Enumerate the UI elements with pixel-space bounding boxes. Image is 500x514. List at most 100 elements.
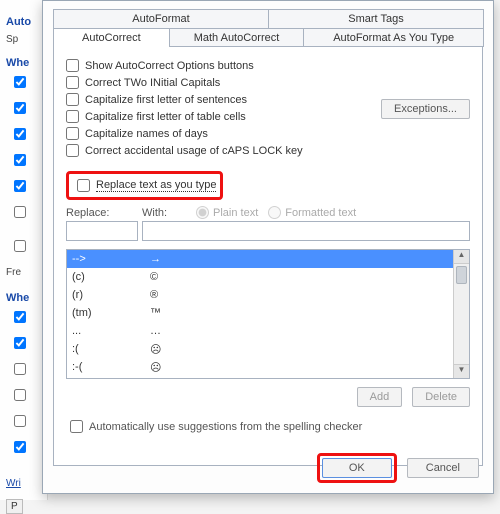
add-button[interactable]: Add — [357, 387, 403, 407]
table-row[interactable]: (c) © — [67, 268, 469, 286]
ok-button[interactable]: OK — [322, 458, 392, 478]
replace-with-inputs — [66, 221, 470, 241]
bg-check-row — [0, 199, 47, 225]
cell-from: (c) — [67, 271, 145, 283]
bg-check[interactable] — [14, 441, 26, 453]
highlight-ok: OK — [317, 453, 397, 483]
radio-plain-text[interactable] — [196, 206, 209, 219]
tab-panel-autocorrect: Show AutoCorrect Options buttons Correct… — [53, 46, 483, 466]
cell-from: :-( — [67, 361, 145, 373]
opt-capslock: Correct accidental usage of cAPS LOCK ke… — [66, 142, 470, 159]
lbl-sentences: Capitalize first letter of sentences — [85, 94, 247, 106]
replace-section: Replace text as you type Replace: With: … — [66, 171, 470, 436]
chk-two-caps[interactable] — [66, 76, 79, 89]
bg-check[interactable] — [14, 240, 26, 252]
replace-with-labels: Replace: With: Plain text Formatted text — [66, 206, 470, 219]
bg-text-fre: Fre — [0, 267, 47, 278]
chk-show-buttons[interactable] — [66, 59, 79, 72]
cell-from: ... — [67, 325, 145, 337]
cell-to: ® — [145, 289, 469, 301]
bg-button-p[interactable]: P — [6, 499, 23, 514]
bg-check-row — [0, 434, 47, 460]
bg-check-row — [0, 382, 47, 408]
delete-button[interactable]: Delete — [412, 387, 470, 407]
bg-heading-whe1: Whe — [0, 57, 47, 69]
opt-auto-suggestions: Automatically use suggestions from the s… — [66, 417, 470, 436]
cell-to: ☹ — [145, 343, 469, 356]
cell-to: © — [145, 271, 469, 283]
bg-heading-whe2: Whe — [0, 292, 47, 304]
lbl-auto-suggestions: Automatically use suggestions from the s… — [89, 421, 362, 433]
tab-autoformat-as-you-type[interactable]: AutoFormat As You Type — [303, 28, 484, 47]
scroll-thumb[interactable] — [456, 266, 467, 284]
cell-from: (r) — [67, 289, 145, 301]
bg-check-row — [0, 121, 47, 147]
cell-from: :( — [67, 343, 145, 355]
chk-replace-as-type[interactable] — [77, 179, 90, 192]
lbl-table-cells: Capitalize first letter of table cells — [85, 111, 246, 123]
cell-to: → — [145, 253, 469, 265]
cell-to: ™ — [145, 307, 469, 319]
bg-check-row — [0, 408, 47, 434]
bg-check[interactable] — [14, 128, 26, 140]
bg-check[interactable] — [14, 337, 26, 349]
bg-check[interactable] — [14, 180, 26, 192]
bg-check[interactable] — [14, 389, 26, 401]
tab-smart-tags[interactable]: Smart Tags — [268, 9, 484, 28]
autocorrect-table[interactable]: --> → (c) © (r) ® (tm) ™ ... … — [66, 249, 470, 379]
lbl-formatted-text: Formatted text — [285, 207, 356, 219]
lbl-two-caps: Correct TWo INitial Capitals — [85, 77, 220, 89]
lbl-plain-text: Plain text — [213, 207, 258, 219]
table-row[interactable]: --> → — [67, 250, 469, 268]
chk-sentences[interactable] — [66, 93, 79, 106]
bg-check[interactable] — [14, 206, 26, 218]
bg-check-row — [0, 147, 47, 173]
bg-link-wri[interactable]: Wri — [0, 478, 47, 489]
bg-check[interactable] — [14, 363, 26, 375]
exceptions-button[interactable]: Exceptions... — [381, 99, 470, 119]
table-row[interactable]: (r) ® — [67, 286, 469, 304]
cell-to: ☹ — [145, 361, 469, 374]
add-delete-row: Add Delete — [66, 387, 470, 407]
table-row[interactable]: ... … — [67, 322, 469, 340]
tab-autoformat[interactable]: AutoFormat — [53, 9, 269, 28]
input-with[interactable] — [142, 221, 470, 241]
chk-capslock[interactable] — [66, 144, 79, 157]
bg-check[interactable] — [14, 311, 26, 323]
bg-check-row — [0, 330, 47, 356]
bg-check-row — [0, 69, 47, 95]
cell-from: --> — [67, 253, 145, 265]
bg-check-row — [0, 304, 47, 330]
bg-check[interactable] — [14, 102, 26, 114]
tab-math-autocorrect[interactable]: Math AutoCorrect — [169, 28, 305, 47]
tab-strip: AutoFormat Smart Tags AutoCorrect Math A… — [53, 9, 483, 47]
bg-check[interactable] — [14, 76, 26, 88]
bg-check[interactable] — [14, 154, 26, 166]
autocorrect-dialog: AutoFormat Smart Tags AutoCorrect Math A… — [42, 0, 494, 494]
lbl-replace-as-type: Replace text as you type — [96, 179, 216, 192]
bg-heading: Auto — [0, 16, 47, 28]
table-scrollbar[interactable]: ▲ ▼ — [453, 250, 469, 378]
chk-auto-suggestions[interactable] — [70, 420, 83, 433]
table-row[interactable]: (tm) ™ — [67, 304, 469, 322]
cell-to: … — [145, 325, 469, 337]
bg-check-row — [0, 356, 47, 382]
lbl-replace: Replace: — [66, 207, 140, 219]
table-row[interactable]: :-( ☹ — [67, 358, 469, 376]
scroll-down-icon[interactable]: ▼ — [454, 364, 469, 378]
tab-autocorrect[interactable]: AutoCorrect — [53, 28, 170, 47]
lbl-capslock: Correct accidental usage of cAPS LOCK ke… — [85, 145, 303, 157]
table-row[interactable]: :( ☹ — [67, 340, 469, 358]
cell-from: (tm) — [67, 307, 145, 319]
dialog-button-row: OK Cancel — [317, 453, 479, 483]
chk-table-cells[interactable] — [66, 110, 79, 123]
scroll-up-icon[interactable]: ▲ — [454, 250, 469, 264]
radio-formatted-text[interactable] — [268, 206, 281, 219]
opt-days: Capitalize names of days — [66, 125, 470, 142]
bg-check[interactable] — [14, 415, 26, 427]
chk-days[interactable] — [66, 127, 79, 140]
bg-check-row — [0, 233, 47, 259]
input-replace[interactable] — [66, 221, 138, 241]
lbl-days: Capitalize names of days — [85, 128, 208, 140]
cancel-button[interactable]: Cancel — [407, 458, 479, 478]
